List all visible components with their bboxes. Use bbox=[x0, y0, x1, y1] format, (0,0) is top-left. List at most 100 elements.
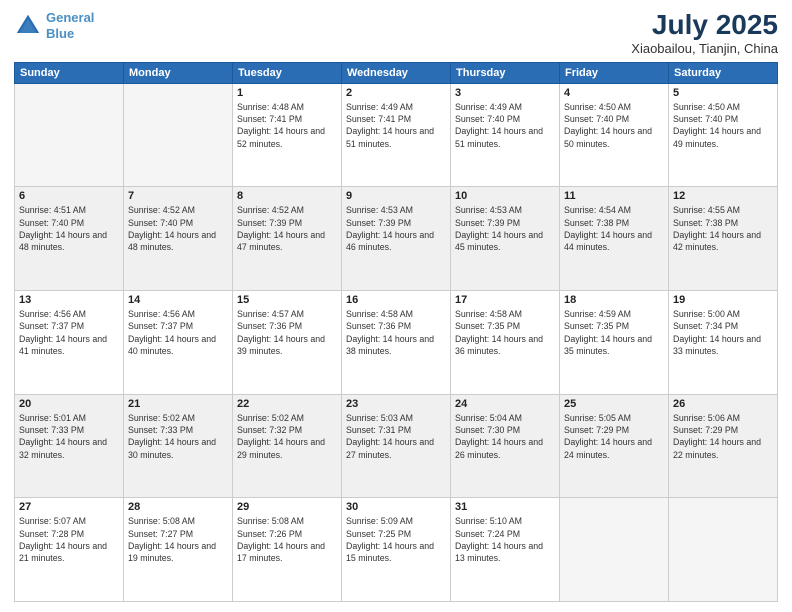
day-info: Sunrise: 5:08 AMSunset: 7:27 PMDaylight:… bbox=[128, 515, 228, 564]
calendar-cell: 19 Sunrise: 5:00 AMSunset: 7:34 PMDayligh… bbox=[669, 291, 778, 395]
day-info: Sunrise: 4:57 AMSunset: 7:36 PMDaylight:… bbox=[237, 308, 337, 357]
day-number: 4 bbox=[564, 87, 664, 99]
calendar-header-tuesday: Tuesday bbox=[233, 62, 342, 83]
calendar-cell: 23 Sunrise: 5:03 AMSunset: 7:31 PMDayligh… bbox=[342, 394, 451, 498]
day-info: Sunrise: 4:54 AMSunset: 7:38 PMDaylight:… bbox=[564, 204, 664, 253]
day-number: 24 bbox=[455, 398, 555, 410]
day-number: 9 bbox=[346, 190, 446, 202]
day-number: 14 bbox=[128, 294, 228, 306]
calendar-cell: 27 Sunrise: 5:07 AMSunset: 7:28 PMDayligh… bbox=[15, 498, 124, 602]
day-number: 7 bbox=[128, 190, 228, 202]
calendar-week-4: 20 Sunrise: 5:01 AMSunset: 7:33 PMDayligh… bbox=[15, 394, 778, 498]
day-number: 16 bbox=[346, 294, 446, 306]
calendar-cell: 9 Sunrise: 4:53 AMSunset: 7:39 PMDaylight… bbox=[342, 187, 451, 291]
main-title: July 2025 bbox=[631, 10, 778, 41]
calendar-header-thursday: Thursday bbox=[451, 62, 560, 83]
calendar-cell: 1Sunrise: 4:48 AMSunset: 7:41 PMDaylight… bbox=[233, 83, 342, 187]
day-info: Sunrise: 4:56 AMSunset: 7:37 PMDaylight:… bbox=[19, 308, 119, 357]
calendar-cell: 5 Sunrise: 4:50 AMSunset: 7:40 PMDaylight… bbox=[669, 83, 778, 187]
day-info: Sunrise: 5:09 AMSunset: 7:25 PMDaylight:… bbox=[346, 515, 446, 564]
day-number: 5 bbox=[673, 87, 773, 99]
day-number: 19 bbox=[673, 294, 773, 306]
day-number: 31 bbox=[455, 501, 555, 513]
day-info: Sunrise: 4:48 AMSunset: 7:41 PMDaylight:… bbox=[237, 101, 337, 150]
subtitle: Xiaobailou, Tianjin, China bbox=[631, 41, 778, 56]
day-info: Sunrise: 5:04 AMSunset: 7:30 PMDaylight:… bbox=[455, 412, 555, 461]
day-info: Sunrise: 4:58 AMSunset: 7:36 PMDaylight:… bbox=[346, 308, 446, 357]
calendar-cell: 7 Sunrise: 4:52 AMSunset: 7:40 PMDaylight… bbox=[124, 187, 233, 291]
day-info: Sunrise: 5:01 AMSunset: 7:33 PMDaylight:… bbox=[19, 412, 119, 461]
calendar: SundayMondayTuesdayWednesdayThursdayFrid… bbox=[14, 62, 778, 602]
day-number: 27 bbox=[19, 501, 119, 513]
day-number: 2 bbox=[346, 87, 446, 99]
day-number: 11 bbox=[564, 190, 664, 202]
calendar-header-monday: Monday bbox=[124, 62, 233, 83]
calendar-cell: 25Sunrise: 5:05 AMSunset: 7:29 PMDayligh… bbox=[560, 394, 669, 498]
day-info: Sunrise: 5:00 AMSunset: 7:34 PMDaylight:… bbox=[673, 308, 773, 357]
calendar-cell: 24 Sunrise: 5:04 AMSunset: 7:30 PMDayligh… bbox=[451, 394, 560, 498]
page: General Blue July 2025 Xiaobailou, Tianj… bbox=[0, 0, 792, 612]
day-info: Sunrise: 5:08 AMSunset: 7:26 PMDaylight:… bbox=[237, 515, 337, 564]
logo-text: General Blue bbox=[46, 10, 94, 41]
calendar-cell bbox=[669, 498, 778, 602]
calendar-cell: 17 Sunrise: 4:58 AMSunset: 7:35 PMDayligh… bbox=[451, 291, 560, 395]
calendar-cell: 15 Sunrise: 4:57 AMSunset: 7:36 PMDayligh… bbox=[233, 291, 342, 395]
day-info: Sunrise: 4:52 AMSunset: 7:39 PMDaylight:… bbox=[237, 204, 337, 253]
logo-general: General bbox=[46, 10, 94, 25]
day-number: 17 bbox=[455, 294, 555, 306]
header: General Blue July 2025 Xiaobailou, Tianj… bbox=[14, 10, 778, 56]
day-number: 6 bbox=[19, 190, 119, 202]
day-info: Sunrise: 4:52 AMSunset: 7:40 PMDaylight:… bbox=[128, 204, 228, 253]
day-number: 15 bbox=[237, 294, 337, 306]
day-number: 12 bbox=[673, 190, 773, 202]
calendar-week-5: 27 Sunrise: 5:07 AMSunset: 7:28 PMDayligh… bbox=[15, 498, 778, 602]
calendar-cell bbox=[560, 498, 669, 602]
day-info: Sunrise: 5:03 AMSunset: 7:31 PMDaylight:… bbox=[346, 412, 446, 461]
calendar-cell: 14 Sunrise: 4:56 AMSunset: 7:37 PMDayligh… bbox=[124, 291, 233, 395]
day-info: Sunrise: 5:05 AMSunset: 7:29 PMDaylight:… bbox=[564, 412, 664, 461]
logo-blue: Blue bbox=[46, 26, 74, 41]
calendar-cell: 28 Sunrise: 5:08 AMSunset: 7:27 PMDayligh… bbox=[124, 498, 233, 602]
day-number: 8 bbox=[237, 190, 337, 202]
calendar-cell: 29Sunrise: 5:08 AMSunset: 7:26 PMDayligh… bbox=[233, 498, 342, 602]
day-info: Sunrise: 4:56 AMSunset: 7:37 PMDaylight:… bbox=[128, 308, 228, 357]
calendar-cell: 8 Sunrise: 4:52 AMSunset: 7:39 PMDaylight… bbox=[233, 187, 342, 291]
calendar-cell: 21Sunrise: 5:02 AMSunset: 7:33 PMDayligh… bbox=[124, 394, 233, 498]
day-number: 20 bbox=[19, 398, 119, 410]
calendar-week-3: 13 Sunrise: 4:56 AMSunset: 7:37 PMDayligh… bbox=[15, 291, 778, 395]
calendar-header-wednesday: Wednesday bbox=[342, 62, 451, 83]
day-number: 10 bbox=[455, 190, 555, 202]
day-number: 28 bbox=[128, 501, 228, 513]
logo-icon bbox=[14, 12, 42, 40]
calendar-cell: 6 Sunrise: 4:51 AMSunset: 7:40 PMDaylight… bbox=[15, 187, 124, 291]
day-info: Sunrise: 5:02 AMSunset: 7:32 PMDaylight:… bbox=[237, 412, 337, 461]
day-number: 13 bbox=[19, 294, 119, 306]
calendar-cell bbox=[124, 83, 233, 187]
day-info: Sunrise: 4:59 AMSunset: 7:35 PMDaylight:… bbox=[564, 308, 664, 357]
calendar-cell: 30 Sunrise: 5:09 AMSunset: 7:25 PMDayligh… bbox=[342, 498, 451, 602]
calendar-cell: 31Sunrise: 5:10 AMSunset: 7:24 PMDayligh… bbox=[451, 498, 560, 602]
day-info: Sunrise: 4:51 AMSunset: 7:40 PMDaylight:… bbox=[19, 204, 119, 253]
day-number: 18 bbox=[564, 294, 664, 306]
day-info: Sunrise: 5:07 AMSunset: 7:28 PMDaylight:… bbox=[19, 515, 119, 564]
title-block: July 2025 Xiaobailou, Tianjin, China bbox=[631, 10, 778, 56]
day-number: 30 bbox=[346, 501, 446, 513]
day-info: Sunrise: 4:50 AMSunset: 7:40 PMDaylight:… bbox=[673, 101, 773, 150]
day-info: Sunrise: 4:50 AMSunset: 7:40 PMDaylight:… bbox=[564, 101, 664, 150]
day-info: Sunrise: 4:53 AMSunset: 7:39 PMDaylight:… bbox=[455, 204, 555, 253]
calendar-week-1: 1Sunrise: 4:48 AMSunset: 7:41 PMDaylight… bbox=[15, 83, 778, 187]
day-info: Sunrise: 5:06 AMSunset: 7:29 PMDaylight:… bbox=[673, 412, 773, 461]
calendar-cell: 18 Sunrise: 4:59 AMSunset: 7:35 PMDayligh… bbox=[560, 291, 669, 395]
day-number: 23 bbox=[346, 398, 446, 410]
day-info: Sunrise: 4:53 AMSunset: 7:39 PMDaylight:… bbox=[346, 204, 446, 253]
calendar-cell: 10 Sunrise: 4:53 AMSunset: 7:39 PMDayligh… bbox=[451, 187, 560, 291]
calendar-cell: 11 Sunrise: 4:54 AMSunset: 7:38 PMDayligh… bbox=[560, 187, 669, 291]
calendar-cell: 22Sunrise: 5:02 AMSunset: 7:32 PMDayligh… bbox=[233, 394, 342, 498]
calendar-header-saturday: Saturday bbox=[669, 62, 778, 83]
calendar-cell: 12Sunrise: 4:55 AMSunset: 7:38 PMDayligh… bbox=[669, 187, 778, 291]
calendar-cell: 4 Sunrise: 4:50 AMSunset: 7:40 PMDaylight… bbox=[560, 83, 669, 187]
calendar-cell: 26Sunrise: 5:06 AMSunset: 7:29 PMDayligh… bbox=[669, 394, 778, 498]
day-info: Sunrise: 4:49 AMSunset: 7:40 PMDaylight:… bbox=[455, 101, 555, 150]
calendar-cell: 3Sunrise: 4:49 AMSunset: 7:40 PMDaylight… bbox=[451, 83, 560, 187]
day-info: Sunrise: 4:58 AMSunset: 7:35 PMDaylight:… bbox=[455, 308, 555, 357]
